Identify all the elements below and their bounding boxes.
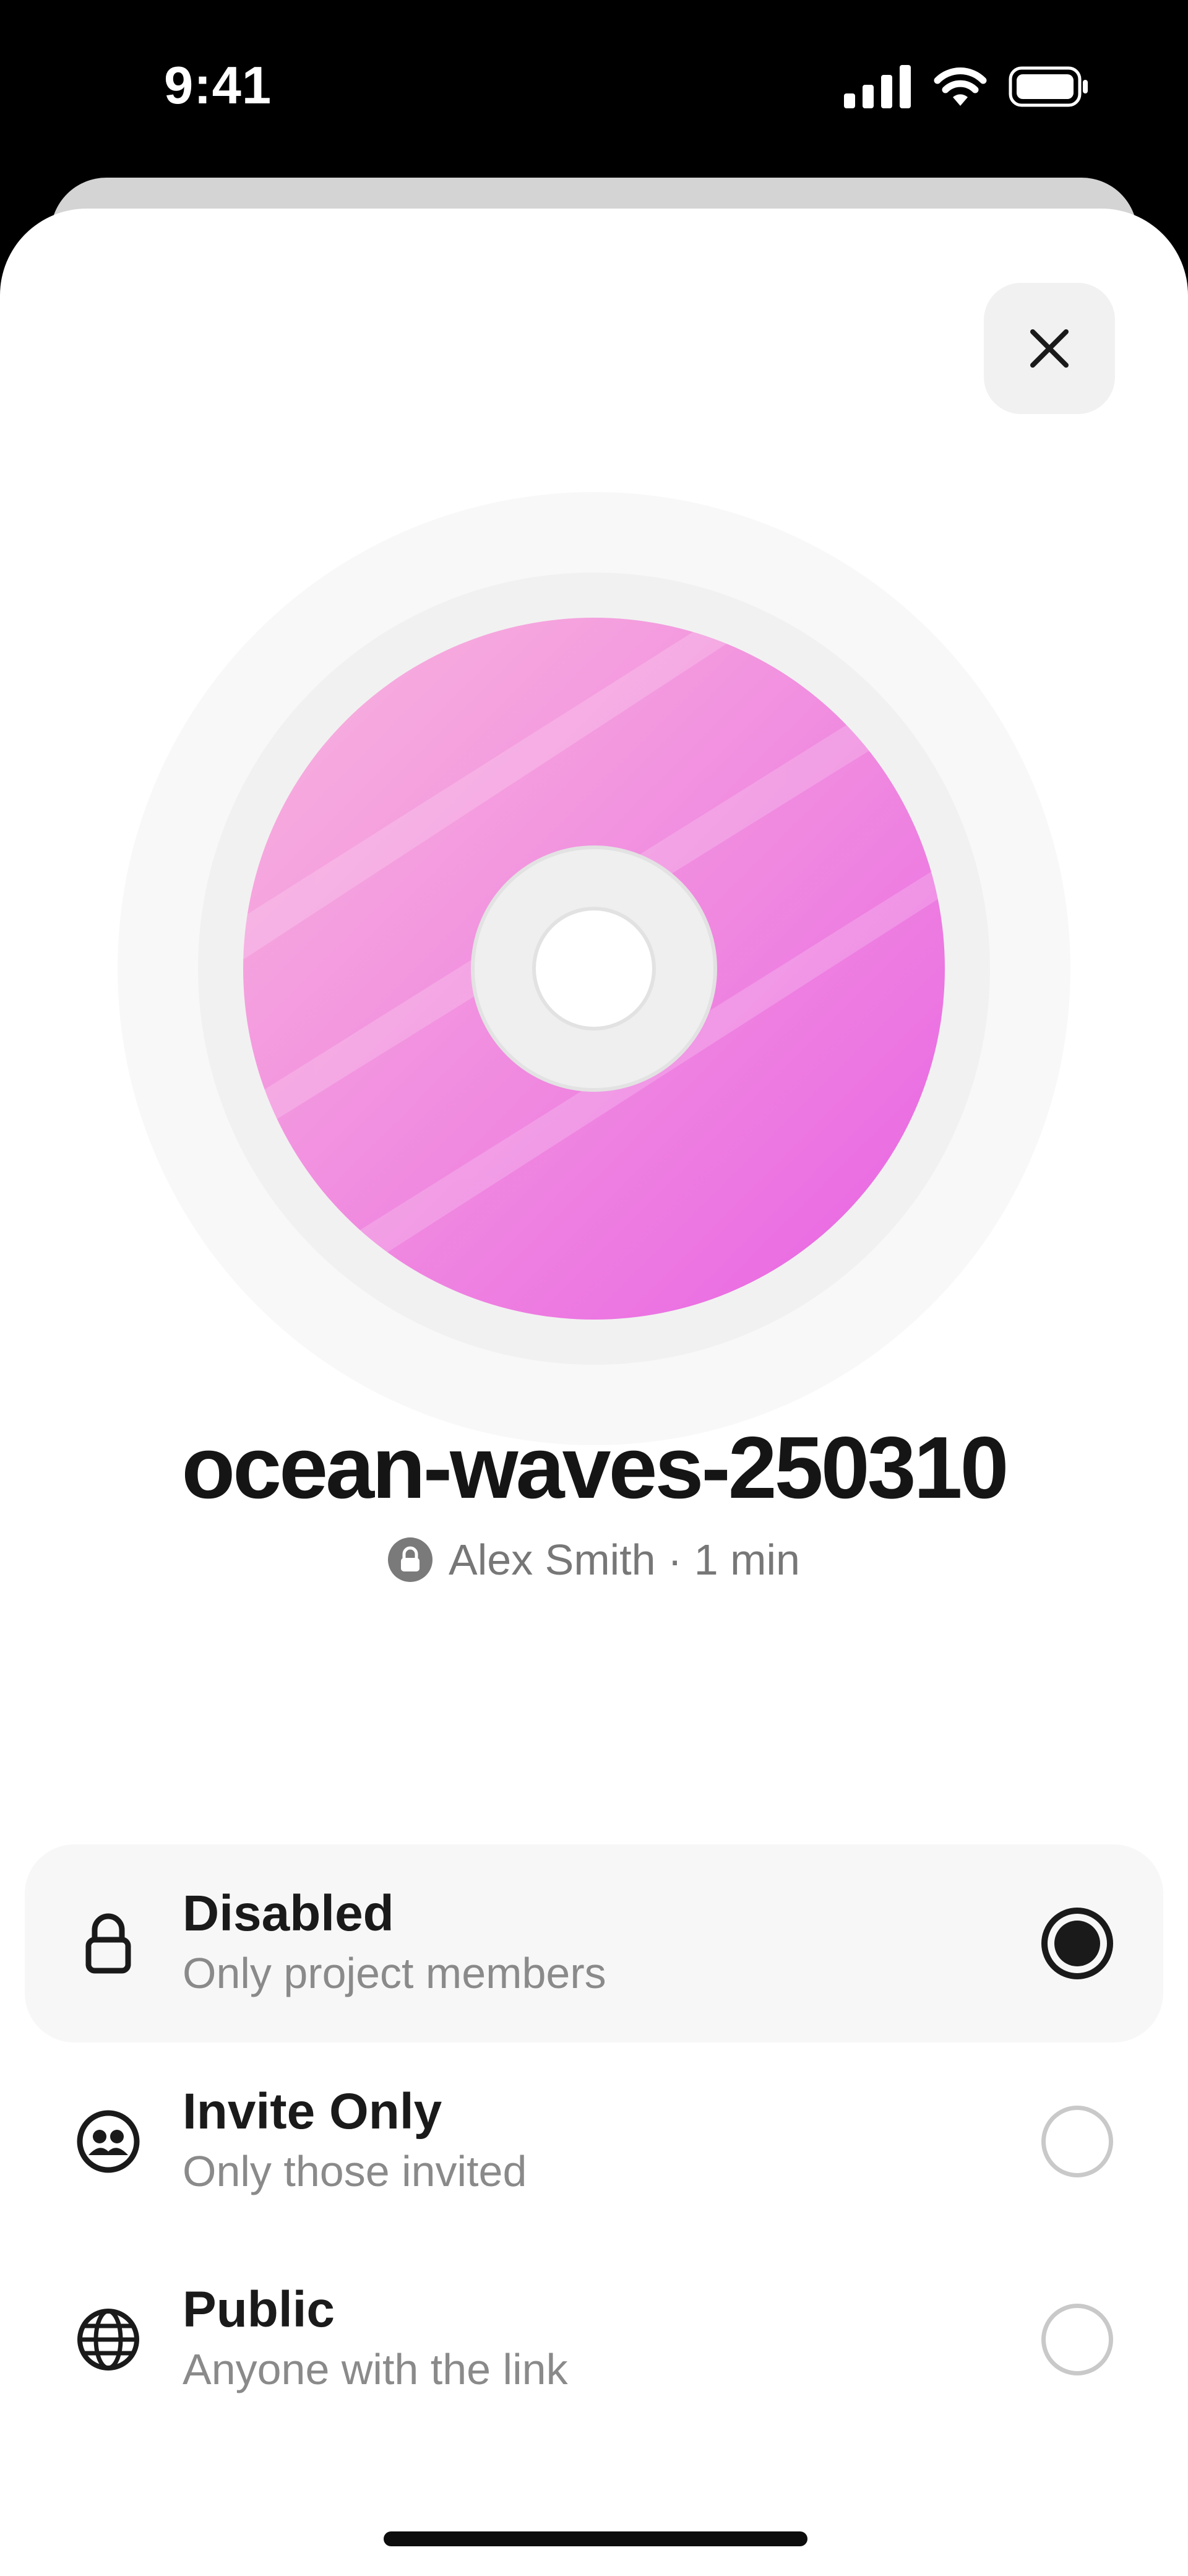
lock-icon	[388, 1537, 433, 1582]
radio-unselected[interactable]	[1041, 2106, 1113, 2177]
battery-icon	[1009, 66, 1088, 107]
close-button[interactable]	[984, 283, 1115, 414]
owner-name: Alex Smith	[449, 1536, 656, 1584]
close-icon	[1030, 329, 1069, 368]
radio-selected[interactable]	[1041, 1908, 1113, 1979]
file-title: ocean-waves-250310	[181, 1419, 1009, 1517]
option-disabled[interactable]: Disabled Only project members	[25, 1844, 1163, 2042]
status-icons	[844, 65, 1089, 108]
cellular-signal-icon	[844, 65, 911, 108]
disc-icon	[118, 492, 1070, 1445]
disc-artwork	[118, 492, 1070, 1445]
option-subtitle: Only project members	[183, 1949, 606, 1997]
home-indicator[interactable]	[384, 2531, 807, 2546]
option-title: Disabled	[183, 1885, 394, 1942]
radio-unselected[interactable]	[1041, 2304, 1113, 2375]
group-icon	[74, 2107, 142, 2176]
option-public[interactable]: Public Anyone with the link	[25, 2241, 1163, 2439]
file-meta: Alex Smith · 1 min	[0, 1535, 1188, 1584]
option-subtitle: Anyone with the link	[183, 2345, 568, 2393]
globe-icon	[74, 2306, 142, 2374]
wifi-icon	[934, 67, 987, 106]
option-title: Invite Only	[183, 2083, 442, 2140]
option-title: Public	[183, 2281, 335, 2338]
option-invite-only[interactable]: Invite Only Only those invited	[25, 2042, 1163, 2241]
lock-icon	[74, 1909, 142, 1977]
meta-separator: ·	[655, 1536, 694, 1584]
duration: 1 min	[694, 1536, 800, 1584]
status-bar: 9:41	[0, 0, 1188, 179]
option-subtitle: Only those invited	[183, 2147, 527, 2195]
status-time: 9:41	[164, 56, 272, 115]
